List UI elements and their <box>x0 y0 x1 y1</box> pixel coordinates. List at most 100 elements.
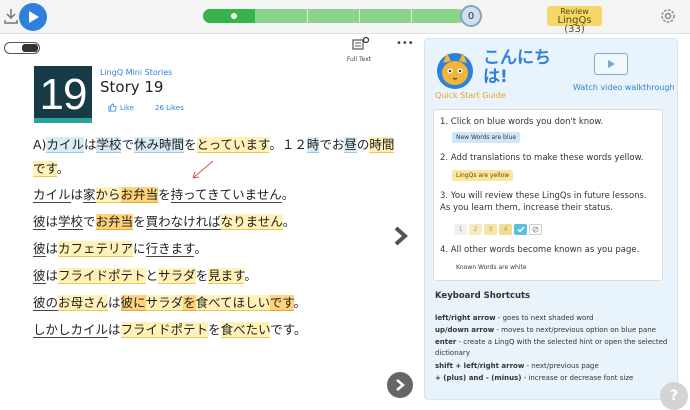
word[interactable]: しかし <box>33 322 71 338</box>
known-check-icon[interactable] <box>514 224 527 235</box>
review-count: (33) <box>564 24 585 35</box>
text-segment: 。１２ <box>269 137 307 152</box>
word[interactable]: サラダ <box>158 268 196 284</box>
instructions-card: 1. Click on blue words you don't know. N… <box>433 109 663 281</box>
word[interactable]: お弁当 <box>95 214 134 230</box>
text-segment: を <box>158 187 171 202</box>
text-segment: 。 <box>194 241 207 256</box>
text-segment: は <box>108 322 121 337</box>
text-segment: は <box>83 137 97 152</box>
word[interactable]: 彼 <box>33 214 46 230</box>
word[interactable]: お母さん <box>58 295 109 311</box>
next-page-button[interactable] <box>387 372 413 398</box>
text-segment: は <box>45 268 59 283</box>
view-mode-button[interactable]: Full Text <box>344 36 374 63</box>
like-button[interactable]: Like <box>108 103 134 112</box>
word[interactable]: とっています <box>196 137 270 153</box>
sidebar-toggle[interactable] <box>4 42 40 54</box>
word[interactable]: を <box>183 295 196 311</box>
status-selector[interactable]: 1 2 3 4 <box>454 224 542 235</box>
text-segment: 。 <box>56 161 70 176</box>
word[interactable]: お弁当 <box>120 187 159 203</box>
step-1: 1. Click on blue words you don't know. <box>440 117 604 127</box>
word[interactable]: 行きます <box>145 241 195 257</box>
help-button[interactable]: ? <box>660 382 688 410</box>
course-title-link[interactable]: LingQ Mini Stories <box>100 68 172 77</box>
status-level-1[interactable]: 1 <box>454 224 467 235</box>
chevron-right-icon <box>396 379 405 391</box>
pill-known-words: Known Words are white <box>452 262 531 273</box>
review-lingqs-button[interactable]: Review LingQs (33) <box>547 6 602 35</box>
word[interactable]: カイル <box>46 137 84 153</box>
word[interactable]: 彼 <box>33 241 46 257</box>
progress-fill <box>203 9 255 23</box>
text-segment: 。 <box>244 268 257 283</box>
text-line: カイルは家からお弁当を持ってきていません。 <box>33 184 294 203</box>
text-line: しかしカイルはフライドポテトを食べたいです。 <box>33 319 307 338</box>
word[interactable]: 彼 <box>120 295 134 311</box>
text-segment: で <box>83 214 96 229</box>
word[interactable]: カイル <box>70 322 109 338</box>
progress-tick <box>307 9 308 23</box>
progress-tick <box>411 9 412 23</box>
word[interactable]: 時間 <box>159 137 185 153</box>
text-segment: A) <box>33 137 47 152</box>
text-segment: は <box>45 241 59 256</box>
word[interactable]: 彼 <box>33 268 46 284</box>
progress-tick <box>359 9 360 23</box>
text-segment: は <box>108 295 121 310</box>
status-level-2[interactable]: 2 <box>469 224 482 235</box>
quick-start-panel: Quick Start Guide こんにちは! Watch video wal… <box>424 38 678 400</box>
step-2: 2. Add translations to make these words … <box>440 153 644 163</box>
video-walkthrough-link[interactable]: Watch video walkthrough <box>573 83 675 92</box>
word[interactable]: 昼 <box>344 137 357 153</box>
word[interactable]: から <box>95 187 121 203</box>
text-line: 彼のお母さんは彼にサラダを食べてほしいです。 <box>33 292 306 311</box>
step-4: 4. All other words become known as you p… <box>440 245 640 255</box>
likes-count: 26 Likes <box>155 104 184 112</box>
word[interactable]: 持ってきていません <box>170 187 282 203</box>
word[interactable]: フライドポテト <box>58 268 146 284</box>
word[interactable]: なりません <box>220 214 283 230</box>
lesson-progress-bar[interactable] <box>203 9 465 23</box>
gear-icon[interactable] <box>659 7 677 25</box>
chevron-right-icon[interactable] <box>393 226 409 246</box>
more-options-button[interactable]: ••• <box>396 38 414 49</box>
top-bar: 0 Review LingQs (33) <box>0 0 690 35</box>
word[interactable]: です <box>269 295 294 311</box>
word[interactable]: フライドポテト <box>120 322 209 338</box>
word[interactable]: に <box>133 295 146 311</box>
word[interactable]: 食べてほしい <box>195 295 270 311</box>
word[interactable]: 買わなければ <box>145 214 221 230</box>
text-segment: を <box>184 137 197 152</box>
word[interactable]: カフェテリア <box>58 241 134 257</box>
text-line: です。 <box>33 158 69 177</box>
word[interactable]: 家 <box>83 187 96 203</box>
page-view-icon <box>352 36 370 50</box>
text-segment: で <box>121 137 134 152</box>
word[interactable]: 見ます <box>208 268 245 284</box>
shortcut-item: shift + left/right arrow - next/previous… <box>435 362 599 370</box>
word[interactable]: サラダ <box>145 295 184 311</box>
ignore-icon[interactable] <box>529 224 542 235</box>
word[interactable]: 学校 <box>58 214 84 230</box>
quick-start-link[interactable]: Quick Start Guide <box>435 91 506 100</box>
download-icon[interactable] <box>4 8 18 24</box>
word[interactable]: です <box>33 161 57 177</box>
word[interactable]: 彼の <box>33 295 59 311</box>
word[interactable]: 時 <box>306 137 320 153</box>
play-audio-button[interactable] <box>19 3 47 31</box>
step-3: 3. You will review these LingQs in futur… <box>440 191 647 213</box>
status-level-3[interactable]: 3 <box>484 224 497 235</box>
status-level-4[interactable]: 4 <box>499 224 512 235</box>
word[interactable]: 休み <box>134 137 160 153</box>
word[interactable]: 学校 <box>96 137 122 153</box>
word[interactable]: カイル <box>33 187 71 203</box>
video-walkthrough-button[interactable] <box>594 53 628 75</box>
shortcut-item: + (plus) and - (minus) - increase or dec… <box>435 374 634 382</box>
lesson-title: Story 19 <box>100 78 164 96</box>
word[interactable]: 時間 <box>369 137 395 153</box>
word[interactable]: 食べたい <box>220 322 271 338</box>
progress-marker <box>231 13 237 19</box>
keyboard-shortcuts-title: Keyboard Shortcuts <box>435 291 531 301</box>
